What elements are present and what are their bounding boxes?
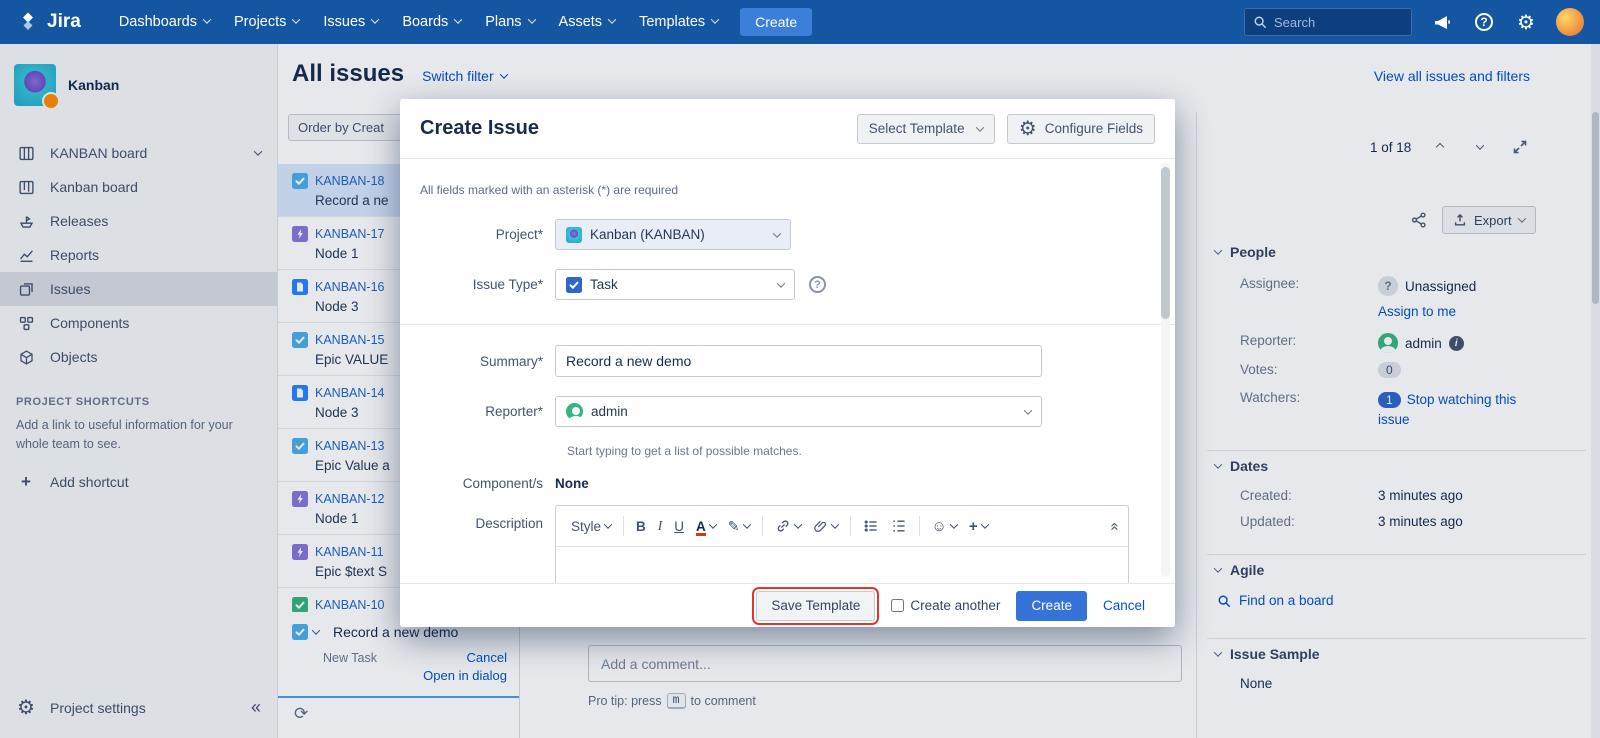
chevron-down-icon [777,279,785,287]
italic-icon[interactable]: I [652,513,669,539]
chevron-down-icon [371,15,379,23]
dialog-header: Create Issue Select Template Configure F… [400,99,1175,159]
plus-icon: + [969,518,978,535]
summary-label: Summary* [420,354,555,369]
link-dropdown[interactable] [769,513,807,539]
description-label: Description [420,505,555,531]
global-search-input[interactable]: Search [1244,8,1412,36]
create-issue-dialog: Create Issue Select Template Configure F… [400,99,1175,627]
chevron-down-icon [742,520,750,528]
project-select[interactable]: Kanban (KANBAN) [555,219,791,250]
insert-more-dropdown[interactable]: + [963,513,994,540]
issue-type-field-row: Issue Type* Task [420,269,1129,300]
chevron-down-icon [454,15,462,23]
style-dropdown[interactable]: Style [565,514,617,539]
chevron-down-icon [711,15,719,23]
admin-avatar-icon [566,403,583,420]
underline-icon[interactable]: U [668,514,690,539]
jira-logo-icon [16,10,40,34]
chevron-down-icon [950,520,958,528]
announcements-icon[interactable] [1430,10,1454,34]
project-label: Project* [420,227,555,242]
description-editor: Style B I U A [555,505,1129,583]
create-button[interactable]: Create [1016,591,1087,621]
help-icon[interactable] [1472,10,1496,34]
search-icon [1253,15,1267,29]
components-value: None [555,475,589,491]
chevron-down-icon [604,520,612,528]
emoji-dropdown[interactable] [926,513,963,540]
top-navigation: Jira Dashboards Projects Issues Boards P… [0,0,1600,44]
editor-toolbar: Style B I U A [556,506,1128,547]
issue-type-label: Issue Type* [420,277,555,292]
chevron-down-icon [203,15,211,23]
collapse-editor-icon[interactable] [1106,522,1123,530]
summary-input[interactable] [555,345,1042,377]
project-avatar-icon [566,227,582,243]
nav-right-group: Search [1244,8,1584,36]
save-template-button[interactable]: Save Template [756,591,875,621]
gear-icon [1019,116,1037,141]
reporter-field-row: Reporter* admin [420,396,1129,427]
chevron-down-icon [976,123,984,131]
jira-logo[interactable]: Jira [16,10,81,34]
settings-gear-icon[interactable] [1514,10,1538,34]
nav-templates[interactable]: Templates [627,0,730,44]
reporter-label: Reporter* [420,404,555,419]
dialog-scrollbar-thumb[interactable] [1161,167,1170,319]
dialog-title: Create Issue [420,117,539,140]
create-another-checkbox[interactable] [891,599,904,612]
chevron-down-icon [608,15,616,23]
chevron-down-icon [830,520,838,528]
jira-app: Jira Dashboards Projects Issues Boards P… [0,0,1600,738]
select-template-dropdown[interactable]: Select Template [857,114,995,144]
attach-dropdown[interactable] [807,514,844,539]
project-field-row: Project* Kanban (KANBAN) [420,219,1129,250]
chevron-down-icon [773,229,781,237]
chevron-down-icon [709,520,717,528]
chevron-down-icon [527,15,535,23]
form-divider [400,324,1175,325]
required-fields-note: All fields marked with an asterisk (*) a… [420,183,1129,197]
numbered-list-icon[interactable] [885,513,913,539]
text-color-dropdown[interactable]: A [690,514,722,539]
reporter-select[interactable]: admin [555,396,1042,427]
nav-dashboards[interactable]: Dashboards [107,0,222,44]
description-textarea[interactable] [556,547,1128,583]
configure-fields-button[interactable]: Configure Fields [1007,114,1155,144]
link-icon [775,518,791,534]
reporter-hint: Start typing to get a list of possible m… [567,444,1129,458]
nav-assets[interactable]: Assets [547,0,628,44]
summary-field-row: Summary* [420,345,1129,377]
pen-icon [728,518,740,535]
issue-type-help-icon[interactable] [809,276,826,293]
bullet-list-icon[interactable] [857,513,885,539]
create-another-option[interactable]: Create another [891,598,1000,613]
emoji-icon [932,518,947,535]
formatting-pen-dropdown[interactable] [722,513,756,540]
nav-plans[interactable]: Plans [473,0,546,44]
description-field-row: Description Style B I U A [420,505,1129,583]
dialog-scrollbar[interactable] [1161,163,1170,577]
chevron-down-icon [1024,406,1032,414]
nav-projects[interactable]: Projects [222,0,311,44]
components-field-row: Component/s None [420,475,1129,491]
issue-type-select[interactable]: Task [555,269,795,300]
chevron-down-icon [980,520,988,528]
paperclip-icon [813,519,828,534]
chevron-down-icon [292,15,300,23]
user-avatar[interactable] [1556,8,1584,36]
dialog-footer: Save Template Create another Create Canc… [400,583,1175,627]
cancel-link[interactable]: Cancel [1103,598,1145,613]
create-button-nav[interactable]: Create [740,8,812,36]
task-type-icon [566,277,582,293]
nav-issues[interactable]: Issues [311,0,390,44]
components-label: Component/s [420,476,555,491]
brand-name: Jira [47,11,81,33]
dialog-body: All fields marked with an asterisk (*) a… [400,159,1175,583]
chevron-down-icon [793,520,801,528]
bold-icon[interactable]: B [630,514,652,539]
search-placeholder: Search [1274,15,1315,30]
nav-boards[interactable]: Boards [390,0,473,44]
